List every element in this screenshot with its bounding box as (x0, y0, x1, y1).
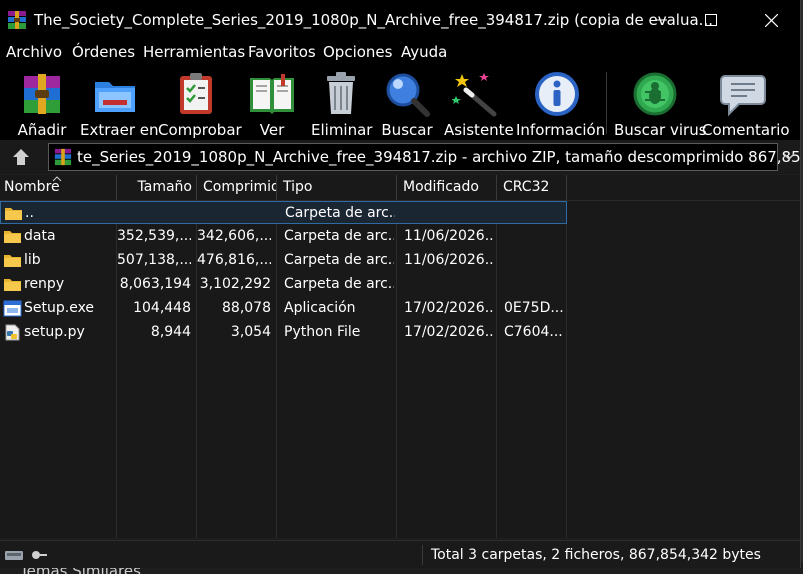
trash-icon (327, 72, 355, 114)
find-button[interactable]: Buscar (380, 68, 434, 139)
menu-ordenes[interactable]: Órdenes (72, 43, 135, 61)
chevron-down-icon[interactable] (782, 150, 796, 164)
status-divider (422, 545, 423, 565)
winrar-window: The_Society_Complete_Series_2019_1080p_N… (0, 0, 801, 568)
wizard-button[interactable]: Asistente (444, 68, 514, 139)
view-book-icon (250, 74, 294, 114)
maximize-icon (705, 14, 717, 26)
minimize-button[interactable] (638, 0, 684, 40)
table-row[interactable]: Setup.exe 104,448 88,078 Aplicación 17/0… (0, 297, 567, 320)
comment-icon (720, 75, 766, 117)
column-crc32[interactable]: CRC32 (497, 175, 567, 200)
column-type[interactable]: Tipo (277, 175, 397, 200)
folder-icon (5, 208, 22, 220)
minimize-icon (655, 19, 667, 21)
column-name[interactable]: Nombre (0, 175, 117, 200)
winrar-app-icon (8, 11, 26, 29)
magnifier-icon (386, 73, 430, 117)
menu-archivo[interactable]: Archivo (6, 43, 62, 61)
column-modified[interactable]: Modificado (397, 175, 497, 200)
comment-button[interactable]: Comentario (702, 68, 790, 139)
table-row-parent[interactable]: .. Carpeta de arc... (0, 201, 567, 224)
virus-scan-button[interactable]: Buscar virus (614, 68, 707, 139)
address-text: te_Series_2019_1080p_N_Archive_free_3948… (77, 148, 801, 166)
extract-folder-icon (95, 82, 135, 112)
column-size[interactable]: Tamaño (117, 175, 197, 200)
status-bar: Total 3 carpetas, 2 ficheros, 867,854,34… (0, 540, 800, 568)
file-list[interactable]: .. Carpeta de arc... data 352,539,... 34… (0, 201, 800, 538)
folder-icon (4, 231, 21, 243)
view-button[interactable]: Ver (246, 68, 298, 139)
address-field[interactable]: te_Series_2019_1080p_N_Archive_free_3948… (48, 143, 800, 171)
drive-key-icon[interactable] (4, 547, 48, 563)
info-button[interactable]: Información (516, 68, 605, 139)
python-file-icon (5, 324, 20, 341)
zip-archive-icon (54, 148, 72, 166)
status-text: Total 3 carpetas, 2 ficheros, 867,854,34… (431, 547, 761, 563)
maximize-button[interactable] (688, 0, 734, 40)
exe-icon (3, 300, 22, 317)
info-icon (535, 72, 579, 116)
toolbar: Añadir Extraer en Comprobar Ver Eliminar… (0, 64, 800, 140)
table-row[interactable]: lib 507,138,... 476,816,... Carpeta de a… (0, 249, 567, 272)
file-list-header: Nombre Tamaño Comprimido Tipo Modificado… (0, 175, 800, 201)
close-button[interactable] (748, 0, 794, 40)
table-row[interactable]: data 352,539,... 342,606,... Carpeta de … (0, 225, 567, 248)
test-button[interactable]: Comprobar (158, 68, 242, 139)
folder-icon (4, 255, 21, 267)
virus-scan-icon (633, 72, 677, 116)
window-title: The_Society_Complete_Series_2019_1080p_N… (34, 11, 713, 29)
menu-bar: Archivo Órdenes Herramientas Favoritos O… (0, 40, 800, 64)
table-row[interactable]: renpy 8,063,194 3,102,292 Carpeta de arc… (0, 273, 567, 296)
column-packed[interactable]: Comprimido (197, 175, 277, 200)
sort-arrow-icon (52, 176, 62, 182)
address-bar: te_Series_2019_1080p_N_Archive_free_3948… (0, 140, 800, 174)
toolbar-separator (606, 72, 607, 134)
menu-herramientas[interactable]: Herramientas (143, 43, 245, 61)
folder-icon (4, 279, 21, 291)
extract-button[interactable]: Extraer en (80, 68, 159, 139)
up-arrow-icon[interactable] (10, 147, 32, 167)
add-button[interactable]: Añadir (14, 68, 70, 139)
menu-favoritos[interactable]: Favoritos (248, 43, 316, 61)
table-row[interactable]: setup.py 8,944 3,054 Python File 17/02/2… (0, 321, 567, 344)
delete-button[interactable]: Eliminar (311, 68, 372, 139)
test-clipboard-icon (180, 73, 212, 114)
title-bar[interactable]: The_Society_Complete_Series_2019_1080p_N… (0, 0, 800, 40)
menu-opciones[interactable]: Opciones (323, 43, 392, 61)
wizard-wand-icon (452, 73, 497, 117)
close-icon (764, 13, 778, 27)
add-archive-icon (24, 74, 60, 114)
menu-ayuda[interactable]: Ayuda (401, 43, 447, 61)
